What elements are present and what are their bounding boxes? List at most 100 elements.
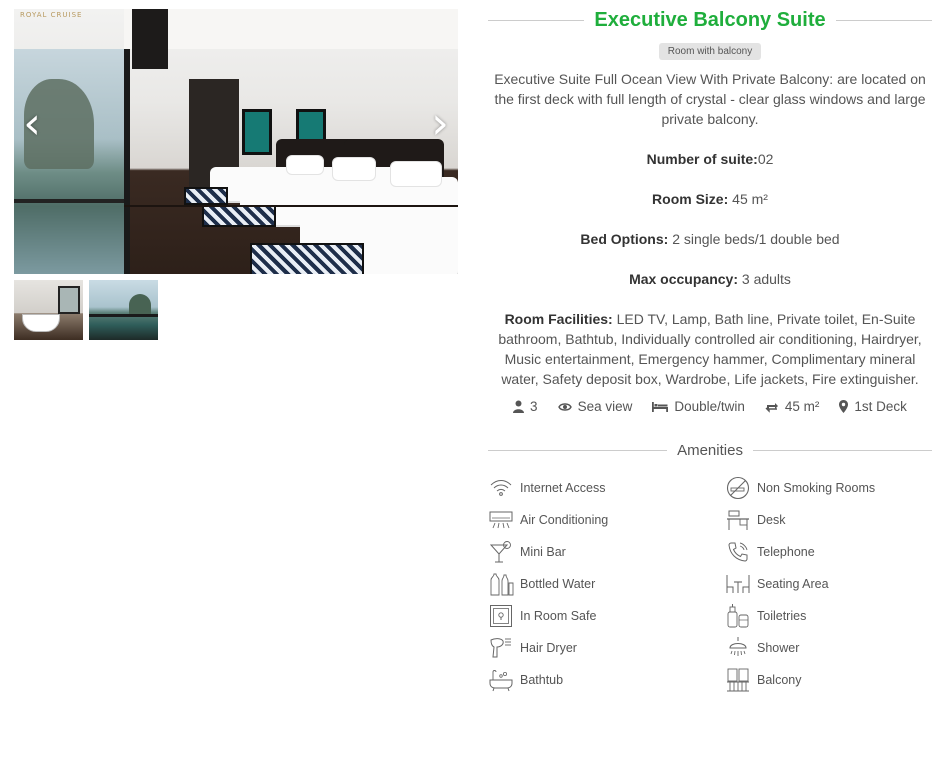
bed-options-label: Bed Options:: [580, 231, 669, 247]
gallery-next-arrow[interactable]: ›: [428, 102, 452, 146]
spec-text: Double/twin: [674, 399, 745, 414]
amenity-label: Desk: [757, 513, 786, 527]
room-description: Executive Suite Full Ocean View With Pri…: [488, 69, 932, 389]
main-room-photo: ROYAL CRUISE ‹ ›: [14, 9, 458, 274]
photo-bench: [202, 205, 276, 227]
amenity-bottled-water: Bottled Water: [488, 571, 725, 597]
resize-icon: [765, 402, 778, 413]
amenity-mini-bar: Mini Bar: [488, 539, 725, 565]
photo-pillow: [332, 157, 376, 181]
spec-bed: Double/twin: [652, 399, 745, 414]
thumbnail-balcony[interactable]: [89, 280, 158, 340]
shower-icon: [725, 635, 751, 661]
amenity-label: Mini Bar: [520, 545, 566, 559]
cocktail-icon: [488, 539, 514, 565]
amenity-desk: Desk: [725, 507, 925, 533]
amenity-label: Hair Dryer: [520, 641, 577, 655]
amenity-label: Air Conditioning: [520, 513, 609, 527]
room-size-value: 45 m²: [728, 191, 768, 207]
amenities-list: Internet Access Non Smoking Rooms Air Co…: [488, 475, 932, 693]
spec-view: Sea view: [557, 399, 633, 414]
amenity-in-room-safe: In Room Safe: [488, 603, 725, 629]
balcony-icon: [725, 667, 751, 693]
amenity-balcony: Balcony: [725, 667, 925, 693]
bed-options-value: 2 single beds/1 double bed: [668, 231, 840, 247]
amenity-label: Bottled Water: [520, 577, 596, 591]
amenity-internet-access: Internet Access: [488, 475, 725, 501]
amenity-label: Toiletries: [757, 609, 807, 623]
toiletries-icon: [725, 603, 751, 629]
bed-options: Bed Options: 2 single beds/1 double bed: [488, 229, 932, 249]
suite-count-value: 02: [757, 151, 774, 167]
room-size: Room Size: 45 m²: [488, 189, 932, 209]
amenities-header: Amenities: [488, 442, 933, 459]
bed-icon: [652, 402, 669, 412]
room-size-label: Room Size:: [652, 191, 729, 207]
divider: [752, 450, 933, 451]
photo-ceiling: [124, 9, 458, 49]
photo-pillow: [390, 161, 442, 187]
eye-icon: [557, 402, 572, 411]
cruise-logo: ROYAL CRUISE: [20, 11, 83, 19]
photo-pillow: [286, 155, 324, 175]
amenity-non-smoking: Non Smoking Rooms: [725, 475, 925, 501]
amenity-label: Balcony: [757, 673, 802, 687]
spec-size: 45 m²: [765, 399, 820, 414]
seating-icon: [725, 571, 751, 597]
photo-floor-edge: [124, 205, 458, 207]
max-occupancy-label: Max occupancy:: [629, 271, 738, 287]
room-title-row: Executive Balcony Suite: [488, 8, 933, 32]
amenity-label: Seating Area: [757, 577, 829, 591]
divider: [488, 19, 585, 21]
amenity-label: Internet Access: [520, 481, 606, 495]
user-icon: [513, 400, 525, 413]
bottles-icon: [488, 571, 514, 597]
suite-count-label: Number of suite:: [646, 151, 758, 167]
photo-window-view: [14, 49, 130, 274]
amenity-telephone: Telephone: [725, 539, 925, 565]
divider: [835, 19, 933, 21]
amenity-bathtub: Bathtub: [488, 667, 725, 693]
map-marker-icon: [839, 400, 849, 413]
spec-occupancy: 3: [513, 399, 538, 414]
spec-text: 3: [530, 399, 538, 414]
hair-dryer-icon: [488, 635, 514, 661]
max-occupancy-value: 3 adults: [738, 271, 791, 287]
photo-bench: [184, 187, 228, 205]
amenity-shower: Shower: [725, 635, 925, 661]
room-spec-bar: 3 Sea view Double/twin 45 m² 1st Deck: [488, 399, 932, 414]
no-smoking-icon: [725, 475, 751, 501]
amenity-air-conditioning: Air Conditioning: [488, 507, 725, 533]
photo-wall-art: [242, 109, 272, 155]
max-occupancy: Max occupancy: 3 adults: [488, 269, 932, 289]
suite-count: Number of suite:02: [488, 149, 932, 169]
amenity-hair-dryer: Hair Dryer: [488, 635, 725, 661]
gallery-prev-arrow[interactable]: ‹: [20, 102, 44, 146]
safe-icon: [488, 603, 514, 629]
spec-text: 45 m²: [784, 399, 820, 414]
bathtub-icon: [488, 667, 514, 693]
amenity-label: Shower: [757, 641, 800, 655]
spec-text: Sea view: [577, 399, 633, 414]
room-title: Executive Balcony Suite: [594, 8, 826, 31]
photo-bench: [250, 243, 364, 274]
amenities-title: Amenities: [677, 442, 743, 459]
room-facilities-label: Room Facilities:: [504, 311, 613, 327]
divider: [488, 450, 668, 451]
description-text: Executive Suite Full Ocean View With Pri…: [494, 71, 926, 107]
spec-deck: 1st Deck: [839, 399, 907, 414]
thumbnail-bathroom[interactable]: [14, 280, 83, 340]
amenity-seating-area: Seating Area: [725, 571, 925, 597]
description-text: private balcony.: [661, 111, 759, 127]
room-gallery: ROYAL CRUISE ‹ ›: [14, 9, 458, 340]
telephone-icon: [725, 539, 751, 565]
thumbnail-strip: [14, 280, 458, 340]
amenity-toiletries: Toiletries: [725, 603, 925, 629]
room-details: Executive Balcony Suite Room with balcon…: [488, 0, 933, 693]
desk-icon: [725, 507, 751, 533]
air-conditioner-icon: [488, 507, 514, 533]
room-type-badge: Room with balcony: [658, 43, 762, 60]
amenity-label: In Room Safe: [520, 609, 597, 623]
amenity-label: Telephone: [757, 545, 815, 559]
photo-beam: [132, 9, 168, 69]
